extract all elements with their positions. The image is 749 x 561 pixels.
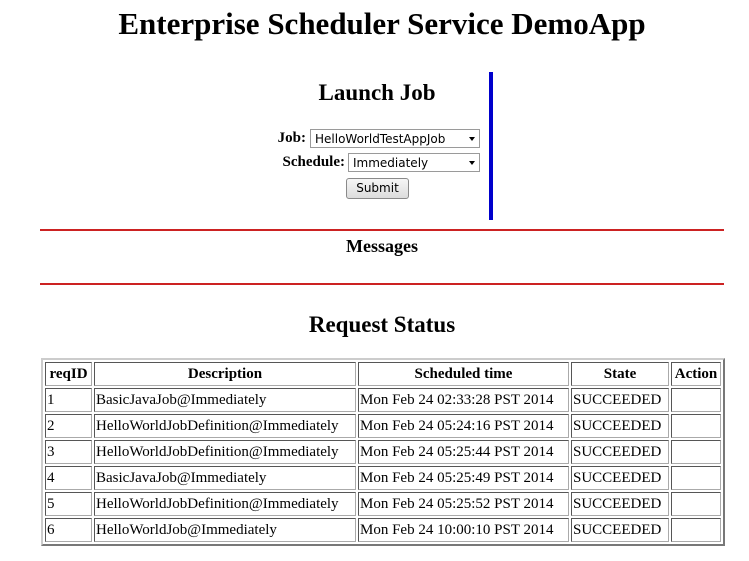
cell-state: SUCCEEDED [571, 466, 669, 490]
cell-scheduled-time: Mon Feb 24 05:24:16 PST 2014 [358, 414, 569, 438]
cell-scheduled-time: Mon Feb 24 05:25:52 PST 2014 [358, 492, 569, 516]
table-row: 2 HelloWorldJobDefinition@Immediately Mo… [45, 414, 721, 438]
table-row: 5 HelloWorldJobDefinition@Immediately Mo… [45, 492, 721, 516]
cell-action [671, 440, 721, 464]
cell-reqid: 2 [45, 414, 92, 438]
job-row: Job: HelloWorldTestAppJob [262, 128, 488, 149]
cell-description: BasicJavaJob@Immediately [94, 466, 356, 490]
cell-scheduled-time: Mon Feb 24 05:25:44 PST 2014 [358, 440, 569, 464]
cell-action [671, 388, 721, 412]
request-status-table: reqID Description Scheduled time State A… [41, 358, 725, 546]
cell-state: SUCCEEDED [571, 440, 669, 464]
cell-reqid: 4 [45, 466, 92, 490]
job-label: Job: [277, 130, 306, 146]
table-row: 3 HelloWorldJobDefinition@Immediately Mo… [45, 440, 721, 464]
cell-description: HelloWorldJobDefinition@Immediately [94, 414, 356, 438]
schedule-row: Schedule: Immediately [262, 152, 488, 173]
cell-scheduled-time: Mon Feb 24 02:33:28 PST 2014 [358, 388, 569, 412]
cell-description: BasicJavaJob@Immediately [94, 388, 356, 412]
cell-action [671, 466, 721, 490]
job-select[interactable]: HelloWorldTestAppJob [310, 129, 480, 148]
cell-scheduled-time: Mon Feb 24 10:00:10 PST 2014 [358, 518, 569, 542]
cell-reqid: 5 [45, 492, 92, 516]
divider-top [40, 229, 724, 231]
table-row: 4 BasicJavaJob@Immediately Mon Feb 24 05… [45, 466, 721, 490]
request-status-heading: Request Status [308, 312, 456, 337]
job-select-value: HelloWorldTestAppJob [315, 132, 446, 146]
page-title: Enterprise Scheduler Service DemoApp [118, 6, 646, 41]
column-header-action: Action [671, 362, 721, 386]
cell-scheduled-time: Mon Feb 24 05:25:49 PST 2014 [358, 466, 569, 490]
cell-reqid: 3 [45, 440, 92, 464]
cell-reqid: 1 [45, 388, 92, 412]
schedule-label: Schedule: [282, 154, 345, 170]
messages-heading: Messages [346, 236, 418, 256]
chevron-down-icon [469, 137, 475, 141]
cell-state: SUCCEEDED [571, 414, 669, 438]
cell-description: HelloWorldJob@Immediately [94, 518, 356, 542]
cell-state: SUCCEEDED [571, 518, 669, 542]
column-header-scheduled-time: Scheduled time [358, 362, 569, 386]
column-header-reqid: reqID [45, 362, 92, 386]
submit-button[interactable]: Submit [346, 178, 409, 199]
schedule-select[interactable]: Immediately [348, 153, 480, 172]
cell-state: SUCCEEDED [571, 492, 669, 516]
vertical-divider [489, 72, 493, 220]
column-header-state: State [571, 362, 669, 386]
cell-state: SUCCEEDED [571, 388, 669, 412]
schedule-select-value: Immediately [353, 156, 429, 170]
cell-action [671, 492, 721, 516]
divider-bottom [40, 283, 724, 285]
cell-action [671, 518, 721, 542]
table-row: 1 BasicJavaJob@Immediately Mon Feb 24 02… [45, 388, 721, 412]
cell-description: HelloWorldJobDefinition@Immediately [94, 440, 356, 464]
cell-action [671, 414, 721, 438]
table-header-row: reqID Description Scheduled time State A… [45, 362, 721, 386]
cell-reqid: 6 [45, 518, 92, 542]
cell-description: HelloWorldJobDefinition@Immediately [94, 492, 356, 516]
launch-job-heading: Launch Job [318, 80, 436, 105]
chevron-down-icon [469, 161, 475, 165]
table-row: 6 HelloWorldJob@Immediately Mon Feb 24 1… [45, 518, 721, 542]
column-header-description: Description [94, 362, 356, 386]
